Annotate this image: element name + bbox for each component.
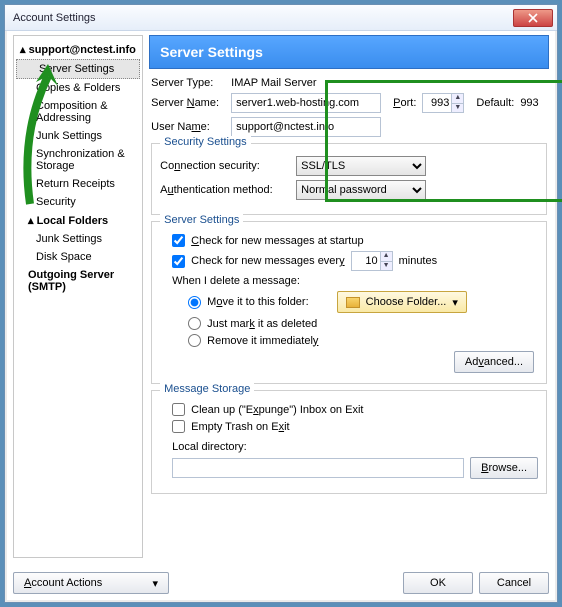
- storage-legend: Message Storage: [160, 383, 254, 395]
- default-port-value: 993: [520, 97, 538, 109]
- cancel-button[interactable]: Cancel: [479, 572, 549, 594]
- opt-remove-radio[interactable]: [188, 334, 201, 347]
- ok-button[interactable]: OK: [403, 572, 473, 594]
- emptytrash-label: Empty Trash on Exit: [191, 421, 289, 433]
- sidebar-item-security[interactable]: Security: [14, 193, 142, 211]
- user-name-input[interactable]: [231, 117, 381, 137]
- delete-label: When I delete a message:: [172, 275, 538, 287]
- opt-mark-label: Just mark it as deleted: [207, 318, 317, 330]
- sidebar-item-composition[interactable]: Composition & Addressing: [14, 97, 142, 127]
- cleanup-row: Clean up ("Expunge") Inbox on Exit: [172, 403, 538, 416]
- connection-security-select[interactable]: SSL/TLS: [296, 156, 426, 176]
- sidebar-local-folders[interactable]: ▴ Local Folders: [14, 211, 142, 230]
- check-every-pre: Check for new messages every: [191, 255, 344, 267]
- security-settings-group: Security Settings Connection security: S…: [151, 143, 547, 215]
- chevron-down-icon: ▾: [152, 577, 158, 590]
- bottom-bar: Account Actions ▾ OK Cancel: [13, 572, 549, 594]
- sidebar-outgoing[interactable]: Outgoing Server (SMTP): [14, 266, 142, 296]
- panel-heading: Server Settings: [149, 35, 549, 69]
- close-button[interactable]: [513, 9, 553, 27]
- server-settings-group: Server Settings Check for new messages a…: [151, 221, 547, 384]
- account-settings-window: Account Settings ▴ support@nctest.info S…: [4, 4, 558, 603]
- auth-method-select[interactable]: Normal password: [296, 180, 426, 200]
- sidebar-item-return-receipts[interactable]: Return Receipts: [14, 175, 142, 193]
- emptytrash-row: Empty Trash on Exit: [172, 420, 538, 433]
- advanced-button[interactable]: Advanced...: [454, 351, 534, 373]
- security-legend: Security Settings: [160, 136, 251, 148]
- connection-security-label: Connection security:: [160, 160, 290, 172]
- opt-mark-row: Just mark it as deleted: [188, 317, 538, 330]
- folder-icon: [346, 297, 360, 308]
- auth-method-label: Authentication method:: [160, 184, 290, 196]
- row-user-name: User Name:: [151, 117, 549, 137]
- browse-button[interactable]: Browse...: [470, 457, 538, 479]
- minutes-input[interactable]: [352, 252, 380, 270]
- port-label: Port:: [393, 97, 416, 109]
- sidebar-item-disk-space[interactable]: Disk Space: [14, 248, 142, 266]
- sidebar-account[interactable]: ▴ support@nctest.info: [14, 40, 142, 59]
- close-icon: [528, 13, 538, 23]
- check-every-checkbox[interactable]: [172, 255, 185, 268]
- content-area: ▴ support@nctest.info Server Settings Co…: [13, 35, 549, 558]
- emptytrash-checkbox[interactable]: [172, 420, 185, 433]
- opt-move-radio[interactable]: [188, 296, 201, 309]
- message-storage-group: Message Storage Clean up ("Expunge") Inb…: [151, 390, 547, 494]
- port-spinner[interactable]: ▲▼: [422, 93, 464, 113]
- localdir-label: Local directory:: [172, 441, 538, 453]
- chevron-down-icon: ▾: [452, 296, 458, 309]
- check-startup-label: Check for new messages at startup: [191, 235, 363, 247]
- server-type-label: Server Type:: [151, 77, 225, 89]
- sidebar-item-server-settings[interactable]: Server Settings: [16, 59, 140, 79]
- server-type-value: IMAP Mail Server: [231, 77, 316, 89]
- titlebar: Account Settings: [5, 5, 557, 31]
- port-spin-buttons[interactable]: ▲▼: [451, 94, 463, 112]
- server-settings-legend: Server Settings: [160, 214, 243, 226]
- opt-remove-row: Remove it immediately: [188, 334, 538, 347]
- row-server-name: Server Name: Port: ▲▼ Default: 993: [151, 93, 549, 113]
- check-startup-checkbox[interactable]: [172, 234, 185, 247]
- opt-remove-label: Remove it immediately: [207, 335, 318, 347]
- user-name-label: User Name:: [151, 121, 225, 133]
- cleanup-checkbox[interactable]: [172, 403, 185, 416]
- cleanup-label: Clean up ("Expunge") Inbox on Exit: [191, 404, 363, 416]
- sidebar-item-local-junk[interactable]: Junk Settings: [14, 230, 142, 248]
- port-input[interactable]: [423, 94, 451, 112]
- check-startup-row: Check for new messages at startup: [172, 234, 538, 247]
- opt-move-row: Move it to this folder: Choose Folder...…: [188, 291, 538, 313]
- sidebar-item-junk[interactable]: Junk Settings: [14, 127, 142, 145]
- choose-folder-button[interactable]: Choose Folder... ▾: [337, 291, 467, 313]
- sidebar: ▴ support@nctest.info Server Settings Co…: [13, 35, 143, 558]
- check-every-row: Check for new messages every ▲▼ minutes: [172, 251, 538, 271]
- account-actions-button[interactable]: Account Actions ▾: [13, 572, 169, 594]
- sidebar-item-sync[interactable]: Synchronization & Storage: [14, 145, 142, 175]
- server-name-label: Server Name:: [151, 97, 225, 109]
- server-name-input[interactable]: [231, 93, 381, 113]
- check-every-post: minutes: [399, 255, 438, 267]
- main-panel: Server Settings Server Type: IMAP Mail S…: [149, 35, 549, 558]
- sidebar-item-copies-folders[interactable]: Copies & Folders: [14, 79, 142, 97]
- opt-mark-radio[interactable]: [188, 317, 201, 330]
- window-title: Account Settings: [13, 12, 513, 24]
- row-server-type: Server Type: IMAP Mail Server: [151, 77, 549, 89]
- opt-move-label: Move it to this folder:: [207, 296, 309, 308]
- minutes-spinner[interactable]: ▲▼: [351, 251, 393, 271]
- default-port-label: Default:: [476, 97, 514, 109]
- localdir-input[interactable]: [172, 458, 464, 478]
